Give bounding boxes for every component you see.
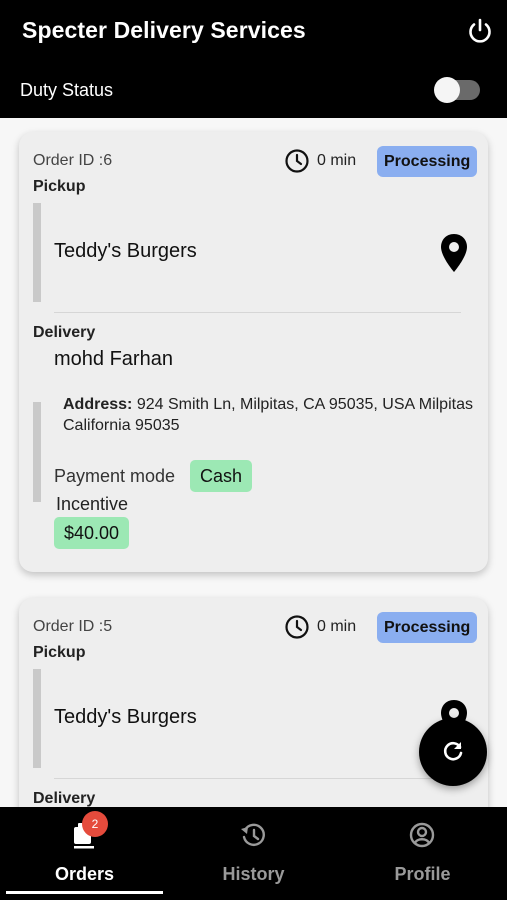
duty-status-toggle[interactable] [434,77,480,103]
orders-list[interactable]: Order ID :6 0 min Processing Pickup Tedd… [0,118,507,807]
pickup-bar [33,669,41,768]
profile-icon [409,822,435,848]
order-card[interactable]: Order ID :6 0 min Processing Pickup Tedd… [19,132,488,572]
divider [54,312,461,313]
delivery-label: Delivery [33,790,96,807]
app-header: Specter Delivery Services Duty Status [0,0,507,118]
delivery-address: Address: 924 Smith Ln, Milpitas, CA 9503… [63,394,473,436]
address-label: Address: [63,396,133,413]
refresh-button[interactable] [419,718,487,786]
active-tab-indicator [6,891,163,894]
pickup-bar [33,203,41,302]
status-badge: Processing [377,612,478,643]
address-bar [33,402,41,502]
bottom-nav: 2 Orders History Profile [0,807,507,900]
elapsed-time: 0 min [317,152,357,169]
duty-status-label: Duty Status [20,80,114,100]
history-icon [241,823,265,846]
customer-name: mohd Farhan [54,348,173,370]
divider [54,778,461,779]
elapsed-time: 0 min [317,618,357,635]
nav-item-profile[interactable]: Profile [338,807,507,900]
app-title: Specter Delivery Services [22,17,306,43]
pickup-label: Pickup [33,178,86,195]
clock-icon [285,149,309,173]
nav-label-history: History [222,864,285,884]
order-id: Order ID :5 [33,618,113,635]
refresh-icon [443,741,463,761]
order-id: Order ID :6 [33,152,113,169]
nav-label-profile: Profile [394,864,451,884]
payment-mode-badge: Cash [190,460,253,492]
payment-mode-label: Payment mode [54,466,176,486]
status-badge: Processing [377,146,478,177]
nav-item-history[interactable]: History [169,807,338,900]
toggle-knob [434,77,460,103]
order-card[interactable]: Order ID :5 0 min Processing Pickup Tedd… [19,598,488,807]
power-icon[interactable] [466,17,494,45]
orders-count-badge: 2 [82,811,108,837]
nav-label-orders: Orders [54,864,115,884]
restaurant-name: Teddy's Burgers [54,706,197,728]
clock-icon [285,615,309,639]
nav-item-orders[interactable]: 2 Orders [0,807,169,900]
delivery-label: Delivery [33,324,96,341]
restaurant-name: Teddy's Burgers [54,240,197,262]
incentive-badge: $40.00 [54,517,130,549]
pickup-label: Pickup [33,644,86,661]
location-pin-icon[interactable] [439,233,469,273]
incentive-label: Incentive [56,494,129,514]
